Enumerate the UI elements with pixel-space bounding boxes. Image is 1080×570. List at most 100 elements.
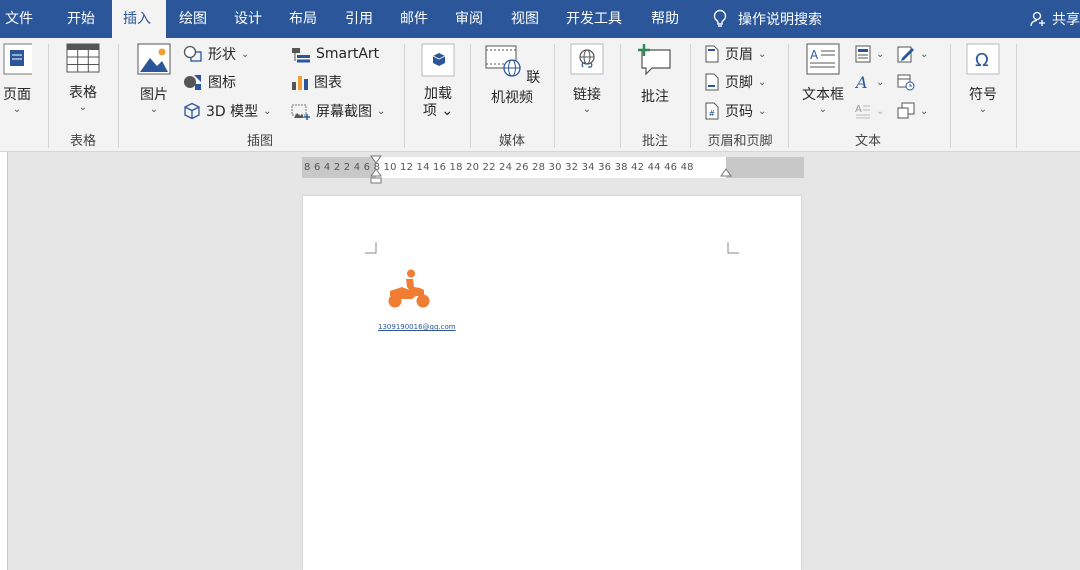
tab-insert[interactable]: 插入 [112,0,166,38]
icons-icon [184,75,201,90]
tab-home[interactable]: 开始 [67,0,95,38]
pages-button[interactable]: 页面 ⌄ [0,42,35,116]
new-comment-button[interactable]: 批注 [632,42,678,106]
new-comment-icon [638,44,671,76]
add-ins-icon [421,43,455,77]
vertical-ruler[interactable] [0,152,8,570]
picture-icon [137,43,171,75]
link-globe-icon [570,43,604,75]
tab-file[interactable]: 文件 [5,0,33,38]
svg-text:A: A [855,73,868,91]
wordart-icon: A [855,73,868,91]
symbols-button[interactable]: Ω 符号 ⌄ [960,42,1006,116]
signature-line-button[interactable]: ⌄ [897,43,928,65]
chevron-down-icon: ⌄ [920,105,929,117]
drop-cap-button[interactable]: A ⌄ [855,100,884,122]
tab-layout[interactable]: 布局 [289,0,317,38]
add-ins-label-2: 项 [422,103,437,119]
text-box-icon: A [806,43,840,75]
date-time-icon [897,74,915,91]
new-comment-label: 批注 [641,89,669,105]
add-ins-button[interactable]: 加载 项 ⌄ [416,42,460,120]
online-video-button[interactable]: 联机视频 [480,42,544,107]
separator [118,44,119,148]
share-label: 共享 [1052,12,1080,28]
text-box-label: 文本框 [802,87,844,103]
online-video-icon [485,45,521,77]
omega-icon: Ω [966,43,1000,75]
tab-developer[interactable]: 开发工具 [566,0,622,38]
3d-models-button[interactable]: 3D 模型 ⌄ [183,100,272,122]
separator [690,44,691,148]
pictures-button[interactable]: 图片 ⌄ [132,42,176,116]
chevron-down-icon: ⌄ [78,102,88,113]
tab-references[interactable]: 引用 [345,0,373,38]
header-icon [705,45,719,63]
icons-button[interactable]: 图标 [183,71,236,93]
shapes-button[interactable]: 形状 ⌄ [183,43,249,65]
table-label: 表格 [69,85,97,101]
quick-parts-icon [855,45,871,63]
shapes-label: 形状 [208,47,236,63]
ruler-margin-right [726,157,804,178]
chevron-down-icon: ⌄ [149,104,159,115]
date-time-button[interactable] [897,71,915,93]
object-button[interactable]: ⌄ [897,100,928,122]
links-button[interactable]: 链接 ⌄ [565,42,609,116]
pictures-label: 图片 [140,87,168,103]
tab-mailings[interactable]: 邮件 [400,0,428,38]
separator [788,44,789,148]
menu-bar: 文件 开始 插入 绘图 设计 布局 引用 邮件 审阅 视图 开发工具 帮助 操作… [0,0,1080,38]
header-button[interactable]: 页眉 ⌄ [704,43,766,65]
wordart-button[interactable]: A ⌄ [855,71,884,93]
svg-text:Ω: Ω [975,50,989,71]
person-add-icon [1030,11,1045,27]
group-label-comments: 批注 [641,134,668,149]
group-label-illustrations: 插图 [246,134,273,149]
tab-draw[interactable]: 绘图 [179,0,207,38]
svg-text:#: # [709,109,716,118]
table-button[interactable]: 表格 ⌄ [60,42,106,114]
page-number-label: 页码 [725,104,753,120]
text-box-button[interactable]: A 文本框 ⌄ [798,42,848,116]
object-icon [897,102,915,119]
chevron-down-icon: ⌄ [876,76,885,88]
symbols-label: 符号 [969,87,997,103]
signature-line-icon [897,46,914,63]
quick-parts-button[interactable]: ⌄ [855,43,884,65]
group-label-text: 文本 [854,134,881,149]
screenshot-icon [291,104,310,120]
footer-icon [705,73,719,91]
ruler-numbers: 8 6 4 2 2 4 6 8 10 12 14 16 18 20 22 24 … [304,162,694,173]
tab-view[interactable]: 视图 [511,0,539,38]
margin-corner-top-left [365,242,377,254]
horizontal-ruler[interactable]: 8 6 4 2 2 4 6 8 10 12 14 16 18 20 22 24 … [302,155,804,184]
tab-design[interactable]: 设计 [234,0,262,38]
share-button[interactable]: 共享 [1030,0,1080,38]
chevron-down-icon: ⌄ [876,105,885,117]
separator [470,44,471,148]
chevron-down-icon: ⌄ [758,48,767,60]
tab-help[interactable]: 帮助 [651,0,679,38]
page-number-icon: # [705,102,719,120]
chart-button[interactable]: 图表 [291,71,342,93]
hanging-indent-marker[interactable] [370,168,382,184]
smartart-button[interactable]: SmartArt [291,43,379,65]
document-page[interactable]: 1309190016@qq.com [303,196,801,570]
page-number-button[interactable]: # 页码 ⌄ [704,100,766,122]
footer-button[interactable]: 页脚 ⌄ [704,71,766,93]
tell-me-search[interactable]: 操作说明搜索 [712,0,822,38]
svg-text:A: A [855,104,862,115]
group-label-header-footer: 页眉和页脚 [707,134,773,149]
first-line-indent-marker[interactable] [370,155,382,165]
email-hyperlink[interactable]: 1309190016@qq.com [378,323,456,331]
links-label: 链接 [573,87,601,103]
tab-review[interactable]: 审阅 [455,0,483,38]
right-indent-marker[interactable] [720,168,732,178]
footer-label: 页脚 [725,75,753,91]
separator [950,44,951,148]
header-label: 页眉 [725,47,753,63]
ribbon: 页面 ⌄ 表格 ⌄ 表格 图片 ⌄ 形状 ⌄ 图标 3D 模型 ⌄ SmartA… [0,38,1080,152]
screenshot-button[interactable]: 屏幕截图 ⌄ [291,100,385,122]
group-label-table: 表格 [69,134,96,149]
